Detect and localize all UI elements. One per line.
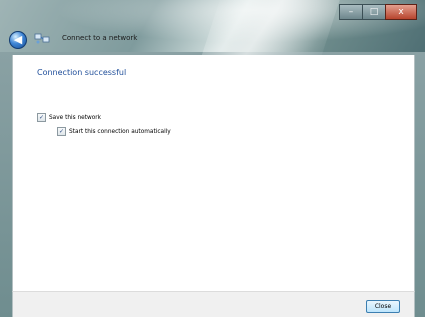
minimize-button[interactable]: –: [339, 4, 362, 20]
maximize-icon: □: [369, 7, 379, 17]
auto-connect-label: Start this connection automatically: [69, 128, 171, 135]
close-button[interactable]: Close: [366, 300, 400, 313]
title-bar[interactable]: – □ x ◀ Connect to a network: [0, 0, 425, 70]
window-title: Connect to a network: [62, 34, 138, 42]
page-title: Connection successful: [37, 68, 127, 77]
minimize-icon: –: [348, 7, 354, 17]
back-arrow-icon: ◀: [13, 33, 23, 46]
network-icon: [34, 33, 50, 44]
caption-buttons: – □ x: [339, 4, 417, 20]
back-button[interactable]: ◀: [9, 31, 27, 49]
footer-bar: Close: [12, 291, 415, 317]
close-icon: x: [398, 7, 404, 17]
save-network-label: Save this network: [49, 114, 102, 121]
auto-connect-checkbox[interactable]: ✓: [57, 127, 66, 136]
checkmark-icon: ✓: [58, 128, 65, 135]
content-area: Connection successful ✓ Save this networ…: [12, 55, 415, 291]
save-network-checkbox[interactable]: ✓: [37, 113, 46, 122]
close-window-button[interactable]: x: [385, 4, 417, 20]
checkmark-icon: ✓: [38, 114, 45, 121]
save-network-option[interactable]: ✓ Save this network: [37, 113, 101, 122]
auto-connect-option[interactable]: ✓ Start this connection automatically: [57, 127, 171, 136]
maximize-button[interactable]: □: [362, 4, 385, 20]
connect-window: – □ x ◀ Connect to a network Connection …: [0, 0, 425, 317]
